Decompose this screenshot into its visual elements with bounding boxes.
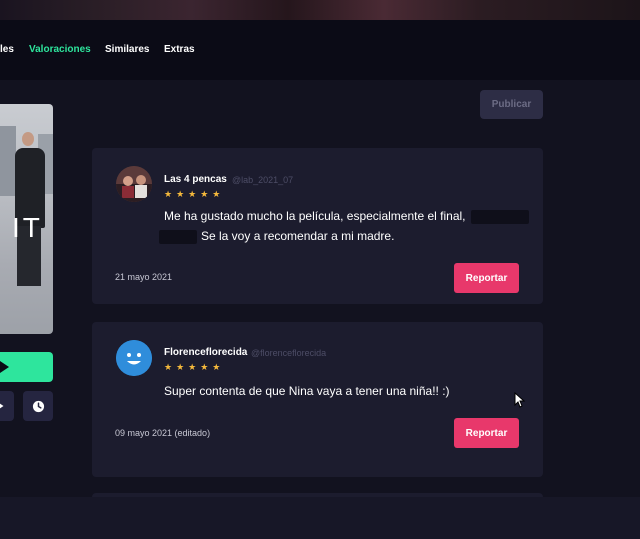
poster-building [0,126,16,196]
avatar-smiley [116,340,152,376]
hero-image-strip [0,0,640,20]
watch-later-button[interactable] [23,391,53,421]
publish-button[interactable]: Publicar [480,90,543,119]
review-text: Super contenta de que Nina vaya a tener … [164,384,450,398]
review-text-line: Se la voy a recomendar a mi madre. [201,229,395,243]
review-date: 21 mayo 2021 [115,272,173,282]
review-card: Florenceflorecida @florenceflorecida ★★★… [92,322,543,477]
mouse-cursor-icon [514,392,526,408]
review-handle: @lab_2021_07 [232,175,294,185]
spoiler-block[interactable] [159,229,197,244]
star-rating: ★★★★★ [164,362,225,372]
tab-detalles[interactable]: les [0,44,14,55]
share-button[interactable] [0,391,14,421]
review-username[interactable]: Florenceflorecida [164,347,247,358]
review-text: Me ha gustado mucho la película, especia… [164,206,534,226]
spoiler-block[interactable] [470,209,529,224]
play-icon [0,361,9,373]
star-rating: ★★★★★ [164,189,225,199]
user-avatar[interactable] [116,340,152,376]
avatar-photo [116,166,152,202]
review-date: 09 mayo 2021 (editado) [115,428,211,438]
tab-valoraciones[interactable]: Valoraciones [29,44,91,55]
review-text: Se la voy a recomendar a mi madre. [159,226,539,246]
movie-poster[interactable]: IT [0,104,53,334]
tab-extras[interactable]: Extras [164,44,195,55]
review-card: Las 4 pencas @lab_2021_07 ★★★★★ Me ha gu… [92,148,543,304]
poster-figure-head [22,132,34,146]
report-button[interactable]: Reportar [454,263,519,293]
review-handle: @florenceflorecida [251,348,327,358]
report-button[interactable]: Reportar [454,418,519,448]
poster-title: IT [12,212,43,243]
share-icon [0,403,4,409]
user-avatar[interactable] [116,166,152,202]
play-button[interactable] [0,352,53,382]
navbar: les Valoraciones Similares Extras [0,20,640,80]
review-username[interactable]: Las 4 pencas [164,174,227,185]
tab-similares[interactable]: Similares [105,44,149,55]
footer-bar [0,497,640,539]
clock-icon [32,400,44,412]
review-text-line: Me ha gustado mucho la película, especia… [164,209,466,223]
